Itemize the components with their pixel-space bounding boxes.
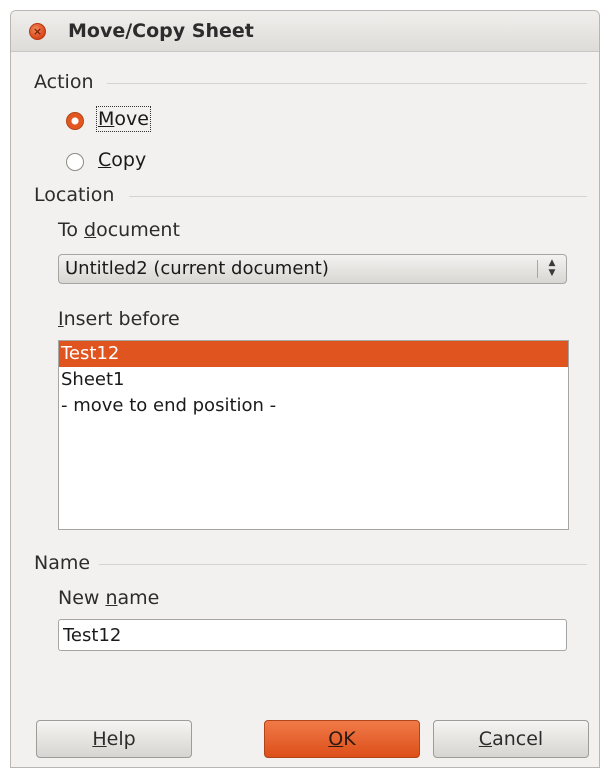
to-document-label: To document [58,219,180,241]
copy-radio-label[interactable]: Copy [98,149,146,171]
move-label-rest: ove [114,108,149,130]
list-item[interactable]: Sheet1 [59,367,568,393]
move-copy-sheet-dialog: × Move/Copy Sheet Action Move Copy Locat… [10,10,600,768]
insert-before-label: Insert before [58,308,180,330]
help-button[interactable]: Help [36,720,192,758]
to-document-dropdown[interactable]: Untitled2 (current document) ▲ ▼ [58,254,567,284]
move-radio[interactable] [66,112,84,130]
dropdown-separator [537,260,538,278]
up-down-arrows-icon: ▲ ▼ [548,258,556,278]
title-bar: × Move/Copy Sheet [11,11,599,52]
list-item[interactable]: - move to end position - [59,393,568,419]
close-icon[interactable]: × [29,23,46,40]
insert-before-list[interactable]: Test12 Sheet1 - move to end position - [58,340,569,530]
name-divider [99,564,587,565]
move-radio-label[interactable]: Move [96,106,151,132]
copy-label-rest: opy [111,149,147,171]
new-name-input[interactable] [58,619,567,651]
name-section-label: Name [34,552,91,574]
copy-radio[interactable] [66,153,84,171]
move-mnemonic: M [98,108,115,130]
action-section-label: Action [34,71,94,93]
dialog-title: Move/Copy Sheet [68,20,254,42]
location-section-label: Location [34,184,115,206]
copy-mnemonic: C [98,149,112,171]
ok-button[interactable]: OK [264,720,420,758]
location-divider [129,196,587,197]
list-item[interactable]: Test12 [59,341,568,367]
new-name-label: New name [58,587,160,609]
action-divider [107,83,587,84]
to-document-value: Untitled2 (current document) [65,258,329,279]
cancel-button[interactable]: Cancel [433,720,589,758]
